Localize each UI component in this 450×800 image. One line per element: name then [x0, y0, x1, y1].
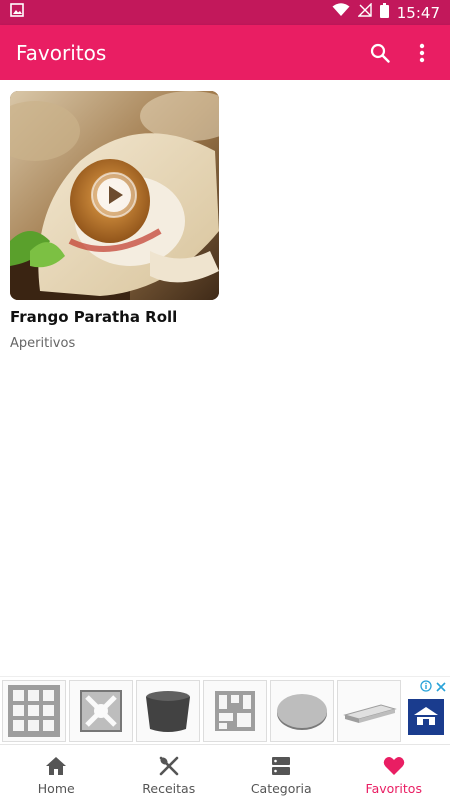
recipe-category: Aperitivos: [10, 336, 76, 351]
nav-item-receitas[interactable]: Receitas: [113, 745, 226, 800]
nav-item-favoritos[interactable]: Favoritos: [338, 745, 450, 800]
app-bar-actions: [368, 41, 434, 65]
hollow-block-icon[interactable]: [2, 679, 66, 742]
recipe-card[interactable]: Frango Paratha Roll Aperitivos: [10, 91, 219, 351]
favorites-list: Frango Paratha Roll Aperitivos: [0, 80, 450, 676]
advertiser-logo[interactable]: [408, 699, 444, 735]
app-bar: Favoritos: [0, 25, 450, 80]
nav-item-home[interactable]: Home: [0, 745, 113, 800]
nav-label-receitas: Receitas: [142, 780, 196, 796]
nav-label-categoria: Categoria: [250, 780, 312, 796]
recipe-thumbnail[interactable]: [10, 91, 219, 300]
play-video-icon[interactable]: [90, 171, 138, 219]
nav-item-categoria[interactable]: Categoria: [225, 745, 338, 800]
page-title: Favoritos: [16, 40, 107, 65]
cutlery-icon: [157, 754, 181, 778]
more-vert-icon[interactable]: [410, 41, 434, 65]
decorative-block-icon[interactable]: [69, 679, 133, 742]
close-icon[interactable]: [436, 679, 446, 697]
category-icon: [269, 754, 293, 778]
search-icon[interactable]: [368, 41, 392, 65]
battery-icon: [379, 2, 389, 23]
info-icon[interactable]: [420, 679, 432, 697]
flat-slab-icon[interactable]: [337, 679, 401, 742]
status-left: [10, 3, 24, 22]
ad-banner[interactable]: [0, 676, 450, 744]
status-time: 15:47: [396, 3, 440, 22]
round-planter-icon[interactable]: [136, 679, 200, 742]
nav-label-favoritos: Favoritos: [365, 780, 422, 796]
wifi-icon: [332, 3, 350, 22]
heart-icon: [382, 754, 406, 778]
round-slab-icon[interactable]: [270, 679, 334, 742]
status-right: 15:47: [332, 2, 440, 23]
recipe-title[interactable]: Frango Paratha Roll: [10, 308, 219, 326]
ad-info-controls: [420, 679, 446, 697]
home-icon: [44, 754, 68, 778]
decorative-block-icon[interactable]: [203, 679, 267, 742]
no-signal-icon: [357, 2, 372, 22]
nav-label-home: Home: [37, 780, 75, 796]
bottom-navigation: Home Receitas Categoria Favoritos: [0, 744, 450, 800]
status-bar: 15:47: [0, 0, 450, 25]
image-notification-icon: [10, 3, 24, 22]
